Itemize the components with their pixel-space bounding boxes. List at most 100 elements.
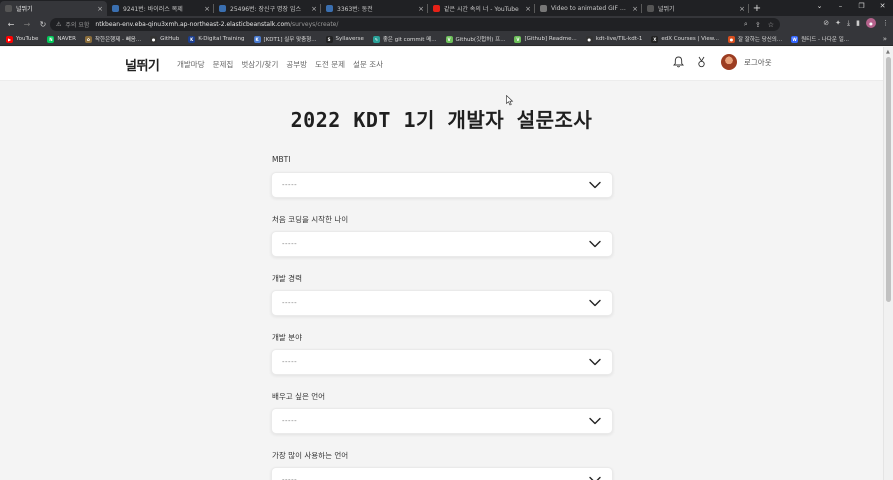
bookmark-item[interactable]: K K-Digital Training bbox=[188, 35, 245, 43]
question-select[interactable]: ----- bbox=[271, 290, 613, 316]
question-select[interactable]: ----- bbox=[271, 231, 613, 257]
back-icon[interactable]: ← bbox=[3, 20, 19, 29]
bell-icon[interactable] bbox=[671, 55, 685, 69]
bookmark-favicon-icon: N bbox=[47, 35, 55, 43]
nav-item-challenge[interactable]: 도전 문제 bbox=[315, 59, 345, 70]
restore-icon[interactable]: ❐ bbox=[851, 0, 872, 14]
logout-link[interactable]: 로그아웃 bbox=[744, 57, 772, 68]
url-host: ntkbean-env.eba-qinu3xmh.ap-northeast-2.… bbox=[95, 21, 290, 28]
tab-title: 3363번: 동전 bbox=[337, 6, 373, 13]
nav-item-survey[interactable]: 설문 조사 bbox=[353, 59, 383, 70]
scrollbar-thumb[interactable] bbox=[886, 57, 891, 302]
select-value: ----- bbox=[282, 299, 298, 307]
share-icon[interactable]: ⇪ bbox=[755, 21, 761, 29]
new-tab-button[interactable]: + bbox=[749, 1, 765, 16]
nav-item-study-room[interactable]: 공부방 bbox=[286, 59, 307, 70]
bookmark-favicon-icon: V bbox=[445, 35, 453, 43]
question-select[interactable]: ----- bbox=[271, 172, 613, 198]
bookmark-label: YouTube bbox=[16, 36, 39, 42]
browser-tab[interactable]: 25496번: 장신구 명장 임스 × bbox=[214, 1, 321, 16]
user-avatar[interactable] bbox=[721, 54, 737, 70]
bookmark-item[interactable]: N NAVER bbox=[47, 35, 76, 43]
bookmark-label: edX Courses | View... bbox=[661, 36, 719, 42]
question-select[interactable]: ----- bbox=[271, 349, 613, 375]
close-window-icon[interactable]: ✕ bbox=[872, 0, 893, 14]
tab-close-icon[interactable]: × bbox=[204, 5, 210, 13]
tab-close-icon[interactable]: × bbox=[97, 5, 103, 13]
tab-close-icon[interactable]: × bbox=[311, 5, 317, 13]
bookmark-favicon-icon: ● bbox=[150, 35, 158, 43]
browser-tab[interactable]: 널뛰기 × bbox=[0, 1, 107, 16]
tab-close-icon[interactable]: × bbox=[418, 5, 424, 13]
tab-title: 25496번: 장신구 명장 임스 bbox=[230, 6, 301, 13]
tab-favicon-icon bbox=[540, 5, 547, 12]
browser-tab[interactable]: 3363번: 동전 × bbox=[321, 1, 428, 16]
browser-tab[interactable]: 같은 시간 속의 너 - YouTube × bbox=[428, 1, 535, 16]
chevron-down-icon bbox=[586, 471, 604, 480]
tab-favicon-icon bbox=[433, 5, 440, 12]
bookmark-favicon-icon: K bbox=[253, 35, 261, 43]
puzzle-icon[interactable]: ✦ bbox=[835, 19, 841, 27]
scroll-up-icon[interactable]: ▲ bbox=[886, 49, 890, 55]
question-select[interactable]: ----- bbox=[271, 467, 613, 480]
chevron-down-icon bbox=[586, 294, 604, 312]
page-title: 2022 KDT 1기 개발자 설문조사 bbox=[290, 108, 593, 132]
bookmark-item[interactable]: K [KDT1] 실무 맞춤형... bbox=[253, 35, 317, 43]
reload-icon[interactable]: ↻ bbox=[35, 20, 51, 29]
tab-title: 같은 시간 속의 너 - YouTube bbox=[444, 6, 519, 13]
profile-avatar[interactable]: ● bbox=[866, 18, 876, 28]
bookmark-item[interactable]: ✎ 좋은 git commit 메... bbox=[372, 35, 437, 43]
site-logo[interactable]: 널뛰기 bbox=[125, 55, 160, 74]
bookmark-label: [KDT1] 실무 맞춤형... bbox=[263, 37, 317, 43]
bookmark-favicon-icon: W bbox=[791, 35, 799, 43]
tab-close-icon[interactable]: × bbox=[632, 5, 638, 13]
site-header: 널뛰기 개발마당 문제집 벗삼기/찾기 공부방 도전 문제 설문 조사 로그아웃 bbox=[0, 47, 883, 81]
menu-icon[interactable]: ⋮ bbox=[882, 19, 889, 27]
bookmark-item[interactable]: V [Github] Readme... bbox=[514, 35, 577, 43]
tab-favicon-icon bbox=[326, 5, 333, 12]
window-controls: ⌄ – ❐ ✕ bbox=[809, 0, 893, 14]
extension-icon[interactable]: ⊘ bbox=[823, 19, 829, 27]
bookmark-item[interactable]: ● GitHub bbox=[150, 35, 179, 43]
bookmark-item[interactable]: ✿ 착한은행제 - 빼음... bbox=[84, 35, 141, 43]
nav-item-friends[interactable]: 벗삼기/찾기 bbox=[241, 59, 278, 70]
minimize-icon[interactable]: – bbox=[830, 0, 851, 14]
star-icon[interactable]: ☆ bbox=[768, 21, 774, 29]
page-scrollbar[interactable]: ▲ bbox=[883, 47, 893, 480]
nav-item-problem-sets[interactable]: 문제집 bbox=[213, 59, 234, 70]
browser-tab[interactable]: Video to animated GIF converter× bbox=[535, 1, 642, 16]
bookmarks-more-icon[interactable]: » bbox=[883, 33, 887, 46]
forward-icon[interactable]: → bbox=[19, 20, 35, 29]
medal-icon[interactable] bbox=[694, 55, 708, 69]
bookmark-label: Github(깃헙허) 프... bbox=[455, 37, 506, 43]
select-value: ----- bbox=[282, 240, 298, 248]
url-path: /surveys/create/ bbox=[289, 21, 339, 28]
address-bar[interactable]: ⚠ 주의 요함 ntkbean-env.eba-qinu3xmh.ap-nort… bbox=[50, 18, 780, 31]
sidebar-icon[interactable]: ▮ bbox=[856, 19, 860, 27]
tab-close-icon[interactable]: × bbox=[525, 5, 531, 13]
tab-title: 널뛰기 bbox=[658, 6, 675, 13]
select-value: ----- bbox=[282, 358, 298, 366]
tab-close-icon[interactable]: × bbox=[739, 5, 745, 13]
bookmark-favicon-icon: V bbox=[514, 35, 522, 43]
browser-tab[interactable]: 9241번: 바이러스 복제 × bbox=[107, 1, 214, 16]
bookmark-item[interactable]: V Github(깃헙허) 프... bbox=[445, 35, 506, 43]
question-label: 개발 경력 bbox=[272, 274, 302, 283]
bookmark-item[interactable]: ● kdt-live/TIL-kdt-1 bbox=[585, 35, 642, 43]
bookmark-item[interactable]: XedX Courses | View... bbox=[651, 35, 719, 43]
question-select[interactable]: ----- bbox=[271, 408, 613, 434]
zoom-icon[interactable]: ⌕ bbox=[744, 20, 748, 29]
bookmark-item[interactable]: ▶ YouTube bbox=[6, 35, 39, 43]
bookmark-label: 좋은 git commit 메... bbox=[382, 37, 437, 43]
bookmarks-bar: ▶ YouTube N NAVER ✿ 착한은행제 - 빼음... ● GitHub K K-Di… bbox=[0, 33, 893, 46]
tab-search-icon[interactable]: ⌄ bbox=[809, 0, 830, 14]
tab-title: Video to animated GIF converter bbox=[551, 5, 629, 12]
browser-tab[interactable]: 널뛰기 × bbox=[642, 1, 749, 16]
bookmark-item[interactable]: S Syllaverse bbox=[325, 35, 364, 43]
tab-favicon-icon bbox=[112, 5, 119, 12]
bookmark-item[interactable]: W 원티드 - 나다운 일... bbox=[791, 35, 849, 43]
download-icon[interactable]: ⤓ bbox=[847, 19, 850, 28]
bookmark-item[interactable]: ● 잘 잘하는 당신의... bbox=[727, 35, 782, 43]
nav-item-playground[interactable]: 개발마당 bbox=[177, 59, 205, 70]
select-value: ----- bbox=[282, 476, 298, 480]
